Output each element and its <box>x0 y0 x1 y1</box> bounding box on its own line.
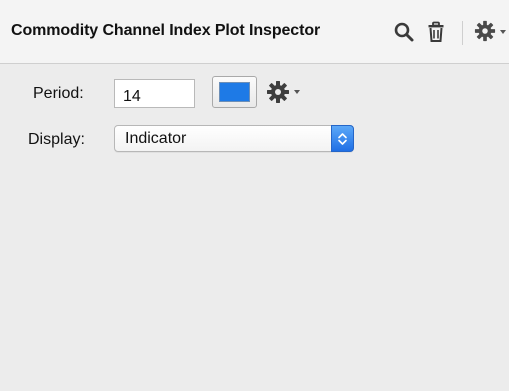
period-label: Period: <box>33 85 84 102</box>
search-icon[interactable] <box>392 20 416 44</box>
display-select[interactable]: Indicator <box>114 125 354 152</box>
period-options-menu[interactable] <box>266 80 302 104</box>
inspector-panel: Commodity Channel Index Plot Inspector P… <box>0 0 509 391</box>
inspector-actions-menu[interactable] <box>474 20 508 44</box>
toolbar-divider <box>462 21 463 45</box>
select-stepper <box>331 125 354 152</box>
display-label: Display: <box>28 131 85 148</box>
line-color-well[interactable] <box>212 76 257 108</box>
chevron-down-icon <box>500 30 506 34</box>
trash-icon[interactable] <box>424 20 448 44</box>
gear-icon <box>267 81 289 103</box>
chevron-down-icon <box>294 90 300 94</box>
period-field[interactable] <box>114 79 195 108</box>
gear-icon <box>474 20 496 42</box>
color-swatch <box>219 82 250 102</box>
chevron-up-down-icon <box>338 133 347 145</box>
inspector-header: Commodity Channel Index Plot Inspector <box>0 0 509 64</box>
display-select-value: Indicator <box>125 130 187 147</box>
inspector-title: Commodity Channel Index Plot Inspector <box>11 22 321 39</box>
